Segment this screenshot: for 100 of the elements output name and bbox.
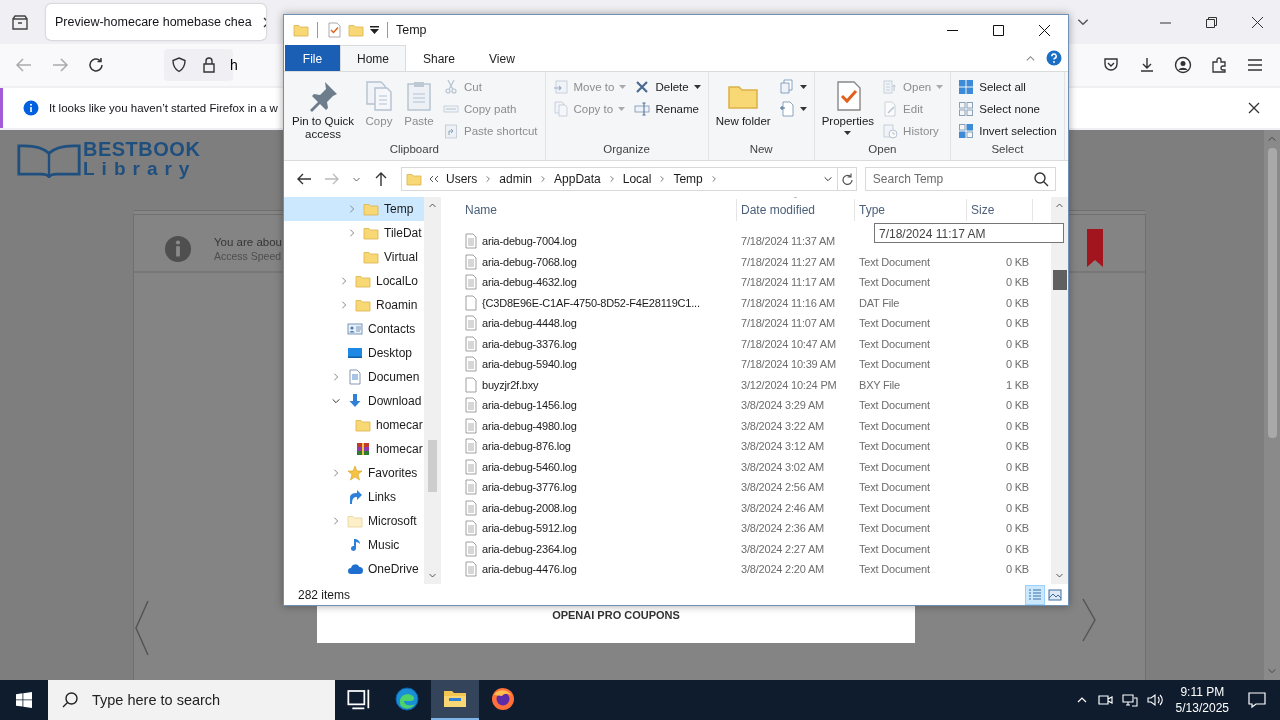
- breadcrumb[interactable]: admin: [499, 172, 533, 186]
- tree-item[interactable]: Favorites: [284, 461, 424, 485]
- address-bar[interactable]: Users admin AppData Local Temp: [401, 167, 838, 191]
- menu-icon[interactable]: [1246, 56, 1264, 74]
- checkmark-page-icon[interactable]: [326, 22, 342, 38]
- dropdown-icon[interactable]: [370, 26, 379, 34]
- date-modified: 3/8/2024 2:27 AM: [740, 542, 826, 555]
- column-header[interactable]: Type: [855, 199, 967, 221]
- browser-tab[interactable]: Preview-homecare homebase chea: [46, 4, 266, 40]
- ribbon-tab[interactable]: File: [285, 45, 340, 71]
- scrollbar[interactable]: [1051, 197, 1068, 584]
- ribbon-button[interactable]: Delete: [631, 76, 704, 98]
- breadcrumb[interactable]: AppData: [554, 172, 601, 186]
- column-header[interactable]: Date modified: [737, 199, 855, 221]
- clock-time[interactable]: 9:11 PM: [1180, 684, 1225, 700]
- ribbon-button[interactable]: Rename: [631, 98, 704, 120]
- document-icon: [463, 561, 479, 578]
- scrollbar[interactable]: [1264, 130, 1280, 680]
- file-name: {C3D8E96E-C1AF-4750-8D52-F4E28119C1...: [482, 296, 700, 309]
- clock-date[interactable]: 5/13/2025: [1175, 700, 1229, 716]
- file-size: 0 KB: [1004, 440, 1030, 453]
- pocket-icon[interactable]: [1102, 56, 1120, 74]
- tree-item[interactable]: Download: [284, 389, 424, 413]
- tab-list-icon[interactable]: [11, 13, 29, 31]
- document-icon: [463, 397, 479, 414]
- date-modified: 3/12/2024 10:24 PM: [740, 378, 838, 391]
- help-icon[interactable]: [1046, 50, 1062, 66]
- search-box[interactable]: Search Temp: [864, 167, 1056, 191]
- speaker-icon[interactable]: [1146, 692, 1163, 708]
- logo-text: BESTBOOK: [83, 140, 201, 159]
- ribbon-tab[interactable]: Share: [406, 45, 473, 71]
- close-icon[interactable]: [1248, 102, 1260, 114]
- ribbon-button[interactable]: Invert selection: [955, 120, 1060, 142]
- ribbon-tab[interactable]: View: [472, 45, 532, 71]
- refresh-icon[interactable]: [839, 172, 854, 186]
- cloud-icon: [347, 561, 363, 577]
- close-icon[interactable]: [1252, 16, 1263, 28]
- edge-logo-icon: [395, 687, 419, 711]
- tree-item[interactable]: Music: [284, 533, 424, 557]
- tree-item[interactable]: Temp: [284, 197, 424, 221]
- column-header[interactable]: Size: [967, 199, 1033, 221]
- task-view-icon: [347, 687, 371, 711]
- tree-item[interactable]: TileDat: [284, 221, 424, 245]
- tree-item[interactable]: Documen: [284, 365, 424, 389]
- breadcrumb[interactable]: Users: [446, 172, 478, 186]
- maximize-icon[interactable]: [993, 24, 1004, 36]
- breadcrumb[interactable]: Temp: [673, 172, 703, 186]
- file-name: aria-debug-7068.log: [482, 255, 577, 268]
- search-box[interactable]: Type here to search: [48, 680, 335, 720]
- ribbon-tab[interactable]: Home: [340, 45, 406, 71]
- taskbar-app-button[interactable]: [431, 680, 479, 720]
- move-icon: [552, 79, 569, 95]
- tree-item[interactable]: OneDrive: [284, 557, 424, 581]
- ribbon-button[interactable]: Select none: [955, 98, 1060, 120]
- address-input[interactable]: h: [230, 57, 242, 73]
- tree-item[interactable]: Links: [284, 485, 424, 509]
- tree-item[interactable]: LocalLo: [284, 269, 424, 293]
- tree-item[interactable]: Desktop: [284, 341, 424, 365]
- reload-icon[interactable]: [87, 56, 105, 74]
- file-name: aria-debug-4476.log: [482, 563, 577, 576]
- scissors-icon: [443, 79, 459, 95]
- ribbon-button[interactable]: Properties: [818, 76, 878, 135]
- file-type: Text Document: [858, 255, 931, 268]
- camera-icon[interactable]: [1096, 692, 1113, 708]
- ribbon-button[interactable]: Pin to Quick access: [288, 76, 358, 141]
- tree-item[interactable]: Contacts: [284, 317, 424, 341]
- ribbon-button[interactable]: New folder: [712, 76, 774, 128]
- file-name: aria-debug-4632.log: [482, 276, 577, 289]
- column-header[interactable]: Name: [461, 199, 737, 221]
- search-input[interactable]: Type here to search: [92, 692, 335, 708]
- scroll-thumb[interactable]: [1267, 148, 1277, 438]
- collapse-icon[interactable]: [331, 396, 341, 406]
- network-icon[interactable]: [1121, 692, 1138, 708]
- tree-item[interactable]: homecar: [284, 413, 424, 437]
- puzzle-piece-icon[interactable]: [1210, 56, 1228, 74]
- account-icon[interactable]: [1174, 56, 1192, 74]
- grid-icon: [958, 79, 975, 95]
- close-icon[interactable]: [1039, 24, 1050, 36]
- scrollbar[interactable]: [424, 197, 441, 584]
- tree-item[interactable]: Microsoft: [284, 509, 424, 533]
- tree-item[interactable]: Virtual: [284, 245, 424, 269]
- restore-icon[interactable]: [1206, 16, 1217, 28]
- tree-item[interactable]: Roamin: [284, 293, 424, 317]
- scroll-thumb[interactable]: [1052, 270, 1067, 290]
- ribbon-button[interactable]: Select all: [955, 76, 1060, 98]
- search-icon[interactable]: [1034, 171, 1049, 187]
- monitor-icon: [347, 345, 363, 361]
- view-toggle-button[interactable]: [1025, 584, 1045, 605]
- search-input[interactable]: Search Temp: [872, 172, 1034, 186]
- download-icon[interactable]: [1138, 56, 1156, 74]
- page-icon: [778, 101, 795, 117]
- document-icon: [347, 369, 363, 385]
- back-arrow-icon[interactable]: [296, 171, 312, 187]
- breadcrumb[interactable]: Local: [622, 172, 652, 186]
- tree-item[interactable]: homecar: [284, 437, 424, 461]
- shield-icon: [170, 56, 188, 74]
- up-arrow-icon[interactable]: [373, 171, 389, 187]
- scroll-thumb[interactable]: [428, 440, 437, 492]
- notifications-icon[interactable]: [1248, 691, 1266, 709]
- document-icon: [463, 540, 479, 557]
